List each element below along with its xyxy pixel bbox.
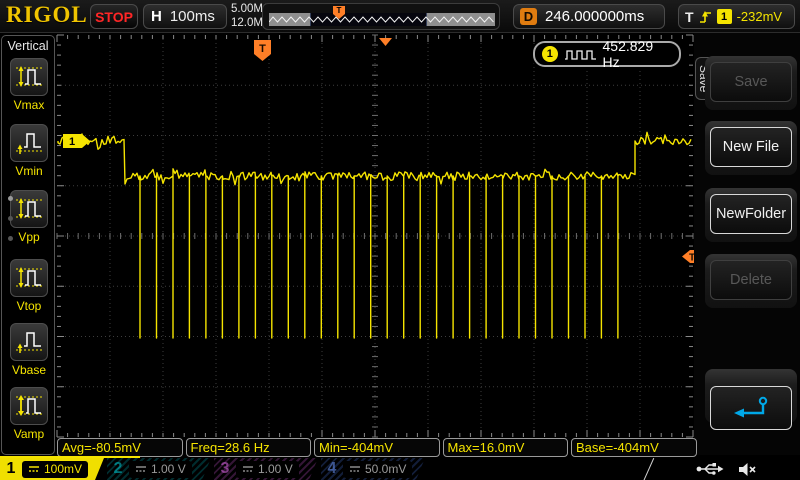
measurement-base[interactable]: Base=-404mV bbox=[571, 438, 697, 457]
dc-coupling-icon bbox=[28, 464, 40, 474]
channel-scale-box: 50.0mV bbox=[343, 461, 412, 478]
dc-coupling-icon bbox=[135, 464, 147, 474]
vmin-icon bbox=[10, 124, 48, 162]
menu-title: Vertical bbox=[2, 36, 54, 53]
vmax-icon bbox=[10, 58, 48, 96]
usb-icon bbox=[696, 461, 724, 477]
channel-number: 3 bbox=[214, 460, 236, 478]
new-file-button[interactable]: New File bbox=[710, 127, 792, 167]
measurement-avg[interactable]: Avg=-80.5mV bbox=[57, 438, 183, 457]
dc-coupling-icon bbox=[349, 464, 361, 474]
vamp-icon bbox=[10, 387, 48, 425]
back-button[interactable] bbox=[710, 386, 792, 430]
menu-item-label: Vmax bbox=[2, 98, 56, 112]
channel-number: 4 bbox=[321, 460, 343, 478]
measurement-min[interactable]: Min=-404mV bbox=[314, 438, 440, 457]
speaker-muted-icon bbox=[738, 462, 757, 477]
menu-item-vmin[interactable]: Vmin bbox=[2, 124, 56, 178]
waveform-display: T 1 T bbox=[0, 0, 800, 480]
channel1-level-tag[interactable]: 1 bbox=[63, 134, 90, 148]
vertical-measure-menu: Vertical Vmax Vmin Vpp Vtop bbox=[1, 35, 55, 455]
channel-scale: 1.00 V bbox=[258, 462, 293, 476]
channel-scale: 100mV bbox=[44, 462, 82, 476]
channel-number: 1 bbox=[0, 460, 22, 478]
menu-page-indicator bbox=[8, 196, 13, 241]
trigger-point-icon bbox=[379, 38, 392, 46]
channel1-highlight bbox=[0, 456, 140, 458]
vbase-icon bbox=[10, 323, 48, 361]
menu-item-vtop[interactable]: Vtop bbox=[2, 259, 56, 313]
menu-item-vmax[interactable]: Vmax bbox=[2, 58, 56, 112]
svg-text:T: T bbox=[259, 43, 266, 55]
channel1-status[interactable]: 1 100mV bbox=[0, 458, 104, 480]
menu-item-label: Vbase bbox=[2, 363, 56, 377]
system-status-icons bbox=[696, 461, 757, 477]
menu-item-vamp[interactable]: Vamp bbox=[2, 387, 56, 441]
channel-scale-box: 100mV bbox=[22, 461, 88, 478]
menu-item-vbase[interactable]: Vbase bbox=[2, 323, 56, 377]
measurement-freq[interactable]: Freq=28.6 Hz bbox=[186, 438, 312, 457]
channel-scale: 1.00 V bbox=[151, 462, 186, 476]
channel-scale-box: 1.00 V bbox=[129, 461, 192, 478]
vtop-icon bbox=[10, 259, 48, 297]
oscilloscope-screen: RIGOL STOP H 100ms 5.00MSa/s 12.0M pts T… bbox=[0, 0, 800, 480]
measurement-results-bar: Avg=-80.5mV Freq=28.6 Hz Min=-404mV Max=… bbox=[57, 438, 697, 457]
delete-button[interactable]: Delete bbox=[710, 260, 792, 300]
square-wave-icon bbox=[564, 47, 597, 61]
menu-item-label: Vamp bbox=[2, 427, 56, 441]
channel-scale: 50.0mV bbox=[365, 462, 406, 476]
counter-value: 452.829 Hz bbox=[603, 38, 672, 70]
frequency-counter: 1 452.829 Hz bbox=[533, 41, 681, 67]
new-folder-button[interactable]: NewFolder bbox=[710, 194, 792, 234]
counter-channel-badge: 1 bbox=[542, 46, 558, 62]
menu-item-label: Vmin bbox=[2, 164, 56, 178]
channel4-status[interactable]: 4 50.0mV bbox=[321, 458, 425, 480]
channel-scale-box: 1.00 V bbox=[236, 461, 299, 478]
channel3-status[interactable]: 3 1.00 V bbox=[214, 458, 318, 480]
save-button[interactable]: Save bbox=[710, 62, 792, 102]
status-divider bbox=[643, 458, 654, 480]
channel-status-bar: 1 100mV 2 1.00 V 3 1.00 V 4 50.0 bbox=[0, 458, 800, 480]
trigger-position-marker[interactable]: T bbox=[254, 40, 271, 61]
menu-item-label: Vtop bbox=[2, 299, 56, 313]
channel-number: 2 bbox=[107, 460, 129, 478]
dc-coupling-icon bbox=[242, 464, 254, 474]
return-arrow-icon bbox=[730, 394, 772, 422]
vpp-icon bbox=[10, 190, 48, 228]
channel2-status[interactable]: 2 1.00 V bbox=[107, 458, 211, 480]
svg-text:1: 1 bbox=[69, 136, 75, 148]
save-soft-menu: Save Save New File NewFolder Delete bbox=[694, 33, 800, 455]
measurement-max[interactable]: Max=16.0mV bbox=[443, 438, 569, 457]
